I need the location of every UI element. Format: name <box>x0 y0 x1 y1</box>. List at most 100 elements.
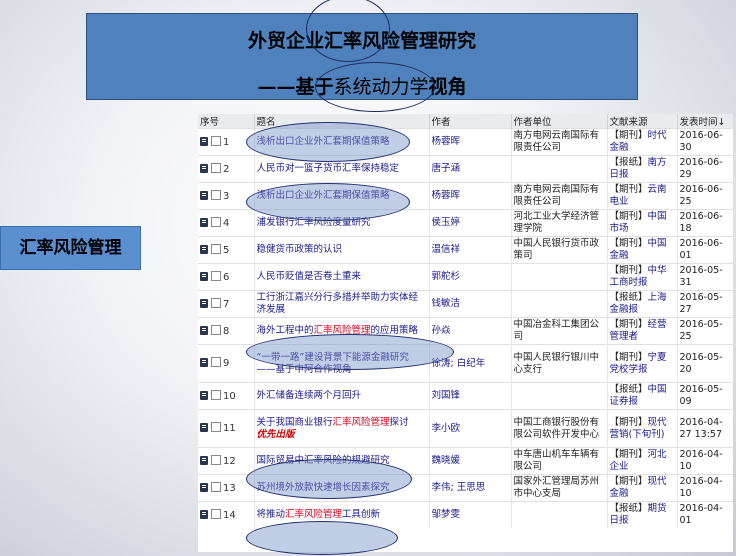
header-date[interactable]: 发表时间↓ <box>677 114 733 129</box>
document-icon[interactable] <box>200 136 208 146</box>
row-index-cell: 3 <box>198 182 255 210</box>
header-author[interactable]: 作者 <box>429 114 512 129</box>
document-icon[interactable] <box>200 271 208 281</box>
title-cell: 国际贸易中汇率风险的规避研究 <box>254 447 430 475</box>
title-link[interactable]: 关于我国商业银行汇率风险管理探讨 <box>257 417 409 428</box>
table-row: 3 浅析出口企业外汇套期保值策略 杨蓉晖 南方电网云南国际有限责任公司 【期刊】云南电业… <box>198 182 733 210</box>
document-icon[interactable] <box>200 509 208 519</box>
author-cell[interactable]: 钱敏洁 <box>429 290 512 318</box>
date-cell: 2016-05-25 <box>677 317 733 345</box>
document-icon[interactable] <box>200 455 208 465</box>
header-unit[interactable]: 作者单位 <box>511 114 608 129</box>
slide-title-line2: ——基于系统动力学视角 <box>257 76 467 98</box>
unit-cell: 中国工商银行股份有限公司软件开发中心 <box>511 409 608 448</box>
title-link[interactable]: 浦发银行汇率风险度量研究 <box>257 217 371 228</box>
header-source[interactable]: 文献来源 <box>607 114 678 129</box>
row-checkbox[interactable] <box>211 297 221 308</box>
title-link[interactable]: 人民币贬值是否卷土重来 <box>257 271 362 282</box>
title-link[interactable]: 稳健货币政策的认识 <box>257 244 343 255</box>
title-link[interactable]: 将推动汇率风险管理工具创新 <box>257 509 381 520</box>
document-icon[interactable] <box>200 390 208 400</box>
source-cell: 【报纸】中国证券报 <box>607 382 678 410</box>
author-cell[interactable]: 孙焱 <box>429 317 512 345</box>
document-icon[interactable] <box>200 298 208 308</box>
title-link[interactable]: 工行浙江嘉兴分行多措并举助力实体经济发展 <box>257 292 419 315</box>
row-index-cell: 4 <box>198 209 255 237</box>
row-checkbox[interactable] <box>211 243 221 254</box>
source-cell: 【报纸】上海金融报 <box>607 290 678 318</box>
results-table: 序号 题名 作者 作者单位 文献来源 发表时间↓ 1 浅析出口企业外汇套期保值策略… <box>198 114 733 528</box>
row-checkbox[interactable] <box>211 324 221 335</box>
unit-cell <box>511 290 608 318</box>
row-checkbox[interactable] <box>211 389 221 400</box>
row-checkbox[interactable] <box>211 454 221 465</box>
document-icon[interactable] <box>200 244 208 254</box>
table-row: 12 国际贸易中汇率风险的规避研究 魏晓媛 中车唐山机车车辆有限公司 【期刊】河北企业 2… <box>198 447 733 475</box>
source-cell: 【期刊】经营管理者 <box>607 317 678 345</box>
source-cell: 【报纸】期货日报 <box>607 501 678 528</box>
date-cell: 2016-06-30 <box>677 128 733 156</box>
row-checkbox[interactable] <box>211 481 221 492</box>
author-cell[interactable]: 徐涛; 白纪年 <box>429 344 512 383</box>
source-cell: 【期刊】现代金融 <box>607 474 678 502</box>
author-cell[interactable]: 刘国锋 <box>429 382 512 410</box>
table-row: 1 浅析出口企业外汇套期保值策略 杨蓉晖 南方电网云南国际有限责任公司 【期刊】时代金融… <box>198 128 733 156</box>
author-cell[interactable]: 杨蓉晖 <box>429 128 512 156</box>
author-cell[interactable]: 郭舵杉 <box>429 263 512 291</box>
table-row: 2 人民币对一篮子货币汇率保持稳定 唐子涵 【报纸】南方日报 2016-06-29 <box>198 155 733 183</box>
title-link[interactable]: 海外工程中的汇率风险管理的应用策略 <box>257 325 419 336</box>
document-icon[interactable] <box>200 190 208 200</box>
document-icon[interactable] <box>200 482 208 492</box>
row-checkbox[interactable] <box>211 135 221 146</box>
row-checkbox[interactable] <box>211 357 221 367</box>
title-link[interactable]: 国际贸易中汇率风险的规避研究 <box>257 455 390 466</box>
title-link[interactable]: 浅析出口企业外汇套期保值策略 <box>257 136 390 147</box>
date-cell: 2016-04-27 13:57 <box>677 409 733 448</box>
author-cell[interactable]: 李小欧 <box>429 409 512 448</box>
author-cell[interactable]: 邹梦雯 <box>429 501 512 528</box>
author-cell[interactable]: 魏晓媛 <box>429 447 512 475</box>
title-cell: 关于我国商业银行汇率风险管理探讨 优先出版 <box>254 409 430 448</box>
row-checkbox[interactable] <box>211 189 221 200</box>
date-cell: 2016-06-25 <box>677 182 733 210</box>
unit-cell <box>511 501 608 528</box>
header-title[interactable]: 题名 <box>254 114 430 129</box>
date-cell: 2016-04-01 <box>677 501 733 528</box>
row-checkbox[interactable] <box>211 162 221 173</box>
row-checkbox[interactable] <box>211 270 221 281</box>
document-icon[interactable] <box>200 423 208 432</box>
author-cell[interactable]: 李伟; 王思思 <box>429 474 512 502</box>
unit-cell: 南方电网云南国际有限责任公司 <box>511 182 608 210</box>
author-cell[interactable]: 侯玉婷 <box>429 209 512 237</box>
unit-cell: 中国人民银行银川中心支行 <box>511 344 608 383</box>
title-cell: 工行浙江嘉兴分行多措并举助力实体经济发展 <box>254 290 430 318</box>
author-cell[interactable]: 温信祥 <box>429 236 512 264</box>
title-cell: 海外工程中的汇率风险管理的应用策略 <box>254 317 430 345</box>
document-icon[interactable] <box>200 217 208 227</box>
source-cell: 【期刊】云南电业 <box>607 182 678 210</box>
row-index-cell: 9 <box>198 344 255 383</box>
author-cell[interactable]: 杨蓉晖 <box>429 182 512 210</box>
title-cell: 浅析出口企业外汇套期保值策略 <box>254 128 430 156</box>
unit-cell: 中国冶金科工集团公司 <box>511 317 608 345</box>
title-cell: 浦发银行汇率风险度量研究 <box>254 209 430 237</box>
table-row: 9 “一带一路”建设背景下能源金融研究——基于中阿合作视角 徐涛; 白纪年 中国人民银… <box>198 344 733 383</box>
document-icon[interactable] <box>200 358 208 367</box>
row-index-cell: 7 <box>198 290 255 318</box>
title-link[interactable]: 人民币对一篮子货币汇率保持稳定 <box>257 163 400 174</box>
title-link[interactable]: 外汇储备连续两个月回升 <box>257 390 362 401</box>
row-checkbox[interactable] <box>211 216 221 227</box>
date-cell: 2016-05-27 <box>677 290 733 318</box>
author-cell[interactable]: 唐子涵 <box>429 155 512 183</box>
row-checkbox[interactable] <box>211 508 221 519</box>
title-link[interactable]: 苏州境外放款快速增长因素探究 <box>257 482 390 493</box>
document-icon[interactable] <box>200 163 208 173</box>
search-results-panel: 序号 题名 作者 作者单位 文献来源 发表时间↓ 1 浅析出口企业外汇套期保值策略… <box>198 114 733 552</box>
source-cell: 【期刊】河北企业 <box>607 447 678 475</box>
header-index[interactable]: 序号 <box>198 114 255 129</box>
title-link[interactable]: “一带一路”建设背景下能源金融研究——基于中阿合作视角 <box>257 352 409 375</box>
document-icon[interactable] <box>200 325 208 335</box>
table-row: 10 外汇储备连续两个月回升 刘国锋 【报纸】中国证券报 2016-05-09 <box>198 382 733 410</box>
row-checkbox[interactable] <box>211 422 221 432</box>
title-link[interactable]: 浅析出口企业外汇套期保值策略 <box>257 190 390 201</box>
